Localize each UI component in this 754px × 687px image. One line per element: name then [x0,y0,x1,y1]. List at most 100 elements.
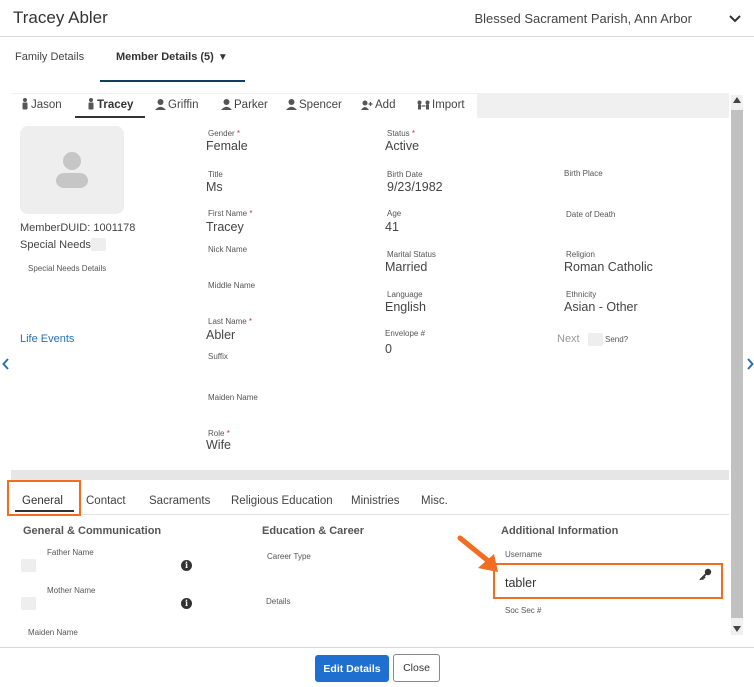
status-value: Active [385,139,420,153]
tab-ministries[interactable]: Ministries [351,490,400,512]
general-tab-highlight [7,480,81,516]
tab-contact[interactable]: Contact [86,490,126,512]
member-tab-label: Spencer [299,99,342,111]
last-name-label: Last Name * [208,317,252,326]
user-placeholder-icon [56,152,88,188]
tab-sacraments[interactable]: Sacraments [149,490,210,512]
first-name-label: First Name * [208,209,252,218]
tab-member-details[interactable]: Member Details (5) ▼ [100,37,245,82]
next-label: Next [557,333,580,345]
send-checkbox[interactable] [588,333,603,346]
person-icon [22,98,28,110]
member-tab-griffin[interactable]: Griffin [155,94,198,118]
language-value: English [385,300,426,314]
parish-selector-label[interactable]: Blessed Sacrament Parish, Ann Arbor [474,11,692,26]
member-tab-label: Add [375,99,396,111]
tab-family-details[interactable]: Family Details [15,37,84,82]
member-title: Tracey Abler [13,8,108,27]
info-icon[interactable]: i [181,560,192,571]
add-user-icon [361,100,373,110]
ethnicity-value: Asian - Other [564,300,638,314]
member-tab-label: Jason [31,99,62,111]
close-button[interactable]: Close [393,654,440,682]
required-mark: * [226,429,230,438]
member-tab-label: Parker [234,99,268,111]
life-events-link[interactable]: Life Events [20,333,74,345]
username-highlight [493,563,723,599]
special-needs-checkbox[interactable] [91,238,106,251]
member-tab-spencer[interactable]: Spencer [286,94,342,118]
tab-religious-education[interactable]: Religious Education [231,490,333,512]
first-name-value: Tracey [206,220,244,234]
label-text: Last Name [208,317,247,326]
member-duid: MemberDUID: 1001178 [20,222,136,234]
username-label: Username [505,550,542,559]
tab-underline [11,514,729,515]
status-label: Status * [387,129,415,138]
scroll-up-icon[interactable] [733,97,741,103]
soc-sec-label: Soc Sec # [505,606,542,615]
birth-place-label: Birth Place [564,169,603,178]
maiden-name-label: Maiden Name [208,393,258,402]
envelope-value: 0 [385,342,392,356]
title-value: Ms [206,180,223,194]
label-text: Role [208,429,225,438]
section-divider [11,470,729,480]
label-text: Status [387,129,410,138]
special-needs-label: Special Needs [20,239,91,251]
required-mark: * [411,129,416,138]
section-heading-additional: Additional Information [501,525,619,537]
avatar[interactable] [20,126,124,214]
import-users-icon [417,100,430,110]
edit-details-button[interactable]: Edit Details [315,655,389,682]
member-tab-jason[interactable]: Jason [21,94,62,118]
user-icon [286,99,297,110]
member-tab-add[interactable]: Add [361,94,395,118]
person-icon [88,98,94,110]
tab-label: Member Details (5) [116,51,214,63]
member-tab-tracey[interactable]: Tracey [75,94,145,118]
title-label: Title [208,170,223,179]
chevron-down-icon[interactable] [728,12,742,26]
date-of-death-label: Date of Death [566,210,616,219]
tab-label: Family Details [15,51,85,63]
scrollbar-thumb[interactable] [731,110,743,618]
mother-name-label: Mother Name [47,586,96,595]
member-tab-label: Tracey [97,99,134,111]
role-value: Wife [206,438,231,452]
member-tab-import[interactable]: Import [417,94,465,118]
previous-member-icon[interactable] [2,358,10,370]
gender-label: Gender * [208,129,240,138]
age-value: 41 [385,220,399,234]
user-icon [155,99,166,110]
section-heading-communication: General & Communication [23,525,162,537]
role-label: Role * [208,429,230,438]
label-text: First Name [208,209,248,218]
scroll-down-icon[interactable] [733,626,741,632]
religion-value: Roman Catholic [564,260,653,274]
user-icon [221,99,232,110]
member-tab-label: Import [432,99,465,111]
father-name-label: Father Name [47,548,94,557]
member-tab-label: Griffin [168,99,199,111]
label-text: Gender [208,129,235,138]
special-needs-details-label: Special Needs Details [28,264,107,273]
member-tab-parker[interactable]: Parker [221,94,268,118]
last-name-value: Abler [206,328,236,342]
next-member-icon[interactable] [746,358,754,370]
dialog-header: Tracey Abler Blessed Sacrament Parish, A… [0,0,754,37]
info-icon[interactable]: i [181,598,192,609]
religion-label: Religion [566,250,595,259]
mother-name-checkbox[interactable] [21,597,36,610]
maiden-name-general-label: Maiden Name [28,628,78,637]
marital-status-label: Marital Status [387,250,436,259]
father-name-checkbox[interactable] [21,559,36,572]
marital-status-value: Married [385,260,428,274]
tab-misc[interactable]: Misc. [421,490,448,512]
birth-date-value: 9/23/1982 [387,180,443,194]
age-label: Age [387,209,402,218]
member-tab-bar: Jason Tracey Griffin Parker Spencer Add … [11,94,477,118]
career-type-label: Career Type [267,552,311,561]
top-tab-bar: Family Details Member Details (5) ▼ [0,37,754,82]
required-mark: * [248,317,253,326]
